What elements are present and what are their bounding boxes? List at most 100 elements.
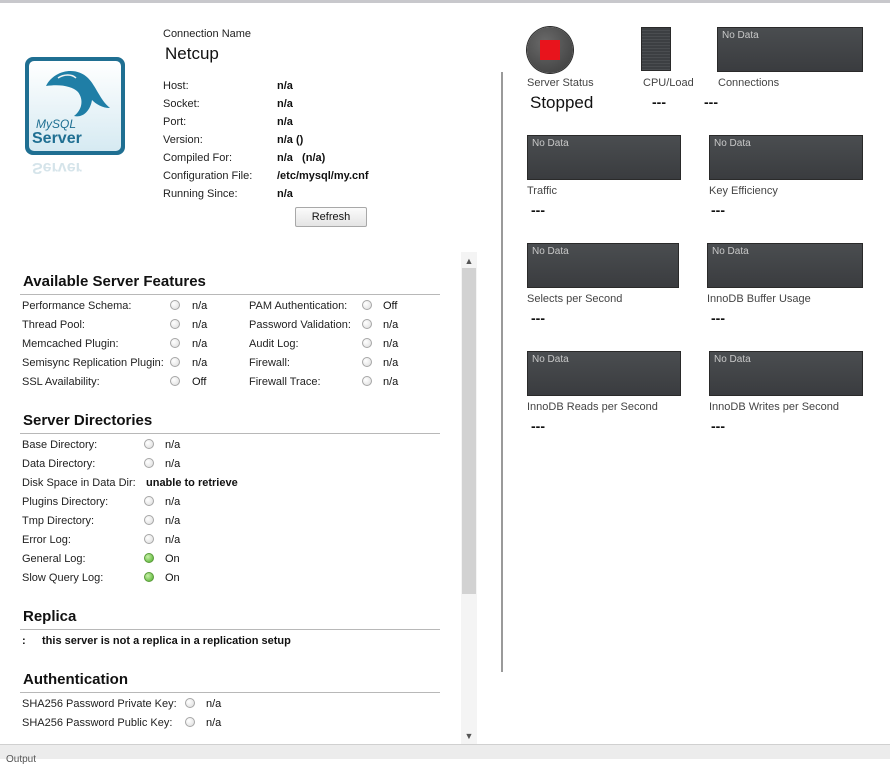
innodb-writes-nodata: No Data (714, 354, 751, 365)
feature-label-semisync: Semisync Replication Plugin: (22, 357, 164, 369)
compiled-for-label: Compiled For: (163, 152, 233, 164)
server-status-value: Stopped (530, 93, 594, 112)
feature-value-performance-schema: n/a (192, 300, 208, 312)
innodb-writes-label: InnoDB Writes per Second (709, 401, 840, 413)
replica-message: this server is not a replica in a replic… (42, 635, 291, 647)
replica-title: Replica (23, 608, 77, 625)
selects-label: Selects per Second (527, 293, 623, 305)
compiled-for-value: n/a (n/a) (277, 152, 326, 164)
dir-value-slow-query-log: On (165, 572, 180, 584)
connections-graph: No Data (717, 27, 863, 72)
dir-label-tmp: Tmp Directory: (22, 515, 95, 527)
config-file-label: Configuration File: (163, 170, 253, 182)
traffic-graph: No Data (527, 135, 681, 180)
key-efficiency-graph: No Data (709, 135, 863, 180)
logo-reflection: Server (24, 158, 126, 198)
auth-status-radio (185, 717, 195, 727)
status-bar-text: Output (6, 754, 37, 765)
host-value: n/a (277, 80, 293, 92)
feature-status-radio (362, 376, 372, 386)
config-file-value: /etc/mysql/my.cnf (277, 170, 369, 182)
dir-label-slow-query-log: Slow Query Log: (22, 572, 104, 584)
socket-value: n/a (277, 98, 293, 110)
server-status-label: Server Status (527, 77, 594, 89)
feature-label-ssl: SSL Availability: (22, 376, 100, 388)
feature-status-radio (170, 357, 180, 367)
selects-nodata: No Data (532, 246, 569, 257)
features-scroll-thumb[interactable] (462, 268, 476, 594)
auth-value-public-key: n/a (206, 717, 222, 729)
feature-value-audit-log: n/a (383, 338, 399, 350)
scroll-down-arrow-icon[interactable]: ▼ (461, 729, 477, 743)
dir-status-radio (144, 439, 154, 449)
running-since-label: Running Since: (163, 188, 238, 200)
feature-status-radio (362, 319, 372, 329)
features-title: Available Server Features (23, 273, 206, 290)
auth-label-public-key: SHA256 Password Public Key: (22, 717, 173, 729)
feature-label-memcached: Memcached Plugin: (22, 338, 119, 350)
logo-text-mysql: MySQL (36, 117, 77, 131)
innodb-reads-value: --- (531, 418, 545, 434)
innodb-buffer-label: InnoDB Buffer Usage (707, 293, 811, 305)
dir-value-disk-space: unable to retrieve (146, 477, 238, 489)
directories-title: Server Directories (23, 412, 153, 429)
innodb-buffer-value: --- (711, 310, 725, 326)
auth-status-radio (185, 698, 195, 708)
innodb-reads-graph: No Data (527, 351, 681, 396)
innodb-writes-graph: No Data (709, 351, 863, 396)
dir-value-tmp: n/a (165, 515, 181, 527)
dir-label-general-log: General Log: (22, 553, 86, 565)
feature-label-firewall: Firewall: (249, 357, 290, 369)
feature-status-radio (170, 319, 180, 329)
refresh-button[interactable]: Refresh (295, 207, 367, 227)
cpu-load-bar (641, 27, 671, 71)
feature-label-password-validation: Password Validation: (249, 319, 351, 331)
replica-divider (20, 629, 440, 630)
socket-label: Socket: (163, 98, 200, 110)
innodb-writes-value: --- (711, 418, 725, 434)
dir-status-radio-on (144, 572, 154, 582)
feature-status-radio (362, 357, 372, 367)
connection-name: Netcup (165, 44, 219, 63)
feature-label-audit-log: Audit Log: (249, 338, 299, 350)
dir-status-radio (144, 515, 154, 525)
host-label: Host: (163, 80, 189, 92)
key-efficiency-value: --- (711, 202, 725, 218)
dir-status-radio (144, 496, 154, 506)
dir-label-base: Base Directory: (22, 439, 98, 451)
connections-label: Connections (718, 77, 780, 89)
scroll-up-arrow-icon[interactable]: ▲ (461, 254, 477, 268)
traffic-nodata: No Data (532, 138, 569, 149)
feature-status-radio (170, 338, 180, 348)
auth-value-private-key: n/a (206, 698, 222, 710)
feature-label-thread-pool: Thread Pool: (22, 319, 85, 331)
feature-status-radio (362, 338, 372, 348)
dir-value-data: n/a (165, 458, 181, 470)
dir-label-error-log: Error Log: (22, 534, 71, 546)
auth-label-private-key: SHA256 Password Private Key: (22, 698, 177, 710)
dir-label-disk-space: Disk Space in Data Dir: (22, 477, 136, 489)
cpu-load-label: CPU/Load (643, 77, 694, 89)
dir-label-plugins: Plugins Directory: (22, 496, 109, 508)
innodb-buffer-nodata: No Data (712, 246, 749, 257)
stop-icon (540, 40, 560, 60)
feature-status-radio (170, 376, 180, 386)
cpu-load-value: --- (652, 94, 666, 110)
connection-name-caption: Connection Name (163, 28, 252, 40)
port-label: Port: (163, 116, 187, 128)
dir-label-data: Data Directory: (22, 458, 96, 470)
connections-nodata: No Data (722, 30, 759, 41)
feature-value-thread-pool: n/a (192, 319, 208, 331)
logo-reflection-text: Server (32, 159, 82, 176)
port-value: n/a (277, 116, 293, 128)
dir-value-plugins: n/a (165, 496, 181, 508)
feature-value-password-validation: n/a (383, 319, 399, 331)
dir-value-base: n/a (165, 439, 181, 451)
feature-label-performance-schema: Performance Schema: (22, 300, 132, 312)
feature-value-semisync: n/a (192, 357, 208, 369)
feature-label-firewall-trace: Firewall Trace: (249, 376, 321, 388)
innodb-buffer-graph: No Data (707, 243, 863, 288)
connections-value: --- (704, 94, 718, 110)
traffic-label: Traffic (527, 185, 557, 197)
logo-text-server: Server (32, 130, 82, 147)
